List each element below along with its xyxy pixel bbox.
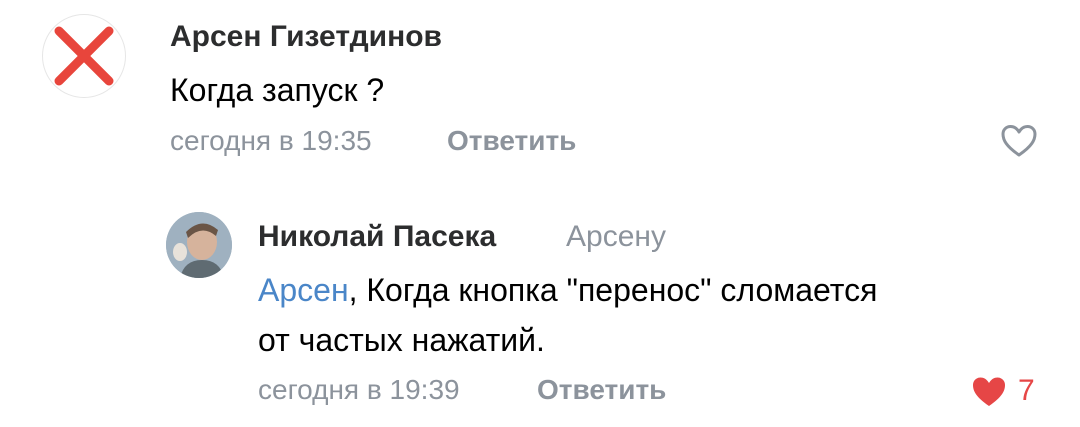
author-name[interactable]: Николай Пасека	[258, 220, 496, 254]
reply-to-label[interactable]: Арсену	[566, 220, 666, 254]
like-button[interactable]	[1000, 124, 1038, 163]
reply-button[interactable]: Ответить	[447, 125, 576, 157]
cross-icon	[54, 26, 114, 86]
heart-filled-icon	[973, 377, 1005, 406]
heart-outline-icon	[1001, 125, 1037, 157]
comment-text: Когда запуск ?	[170, 72, 385, 108]
reply-button[interactable]: Ответить	[537, 374, 666, 406]
user-photo	[166, 212, 232, 278]
comment-text-line-1: Арсен, Когда кнопка "перенос" сломается	[258, 272, 877, 309]
mention-link[interactable]: Арсен	[258, 272, 349, 308]
like-button[interactable]	[970, 375, 1008, 414]
comment-text: , Когда кнопка "перенос" сломается	[348, 272, 878, 308]
avatar[interactable]	[166, 212, 232, 278]
avatar[interactable]	[42, 14, 126, 98]
author-name[interactable]: Арсен Гизетдинов	[170, 20, 442, 54]
like-count: 7	[1018, 374, 1035, 407]
timestamp: сегодня в 19:39	[258, 374, 460, 405]
comment-text-line-2: от частых нажатий.	[258, 322, 545, 358]
timestamp: сегодня в 19:35	[170, 125, 372, 156]
